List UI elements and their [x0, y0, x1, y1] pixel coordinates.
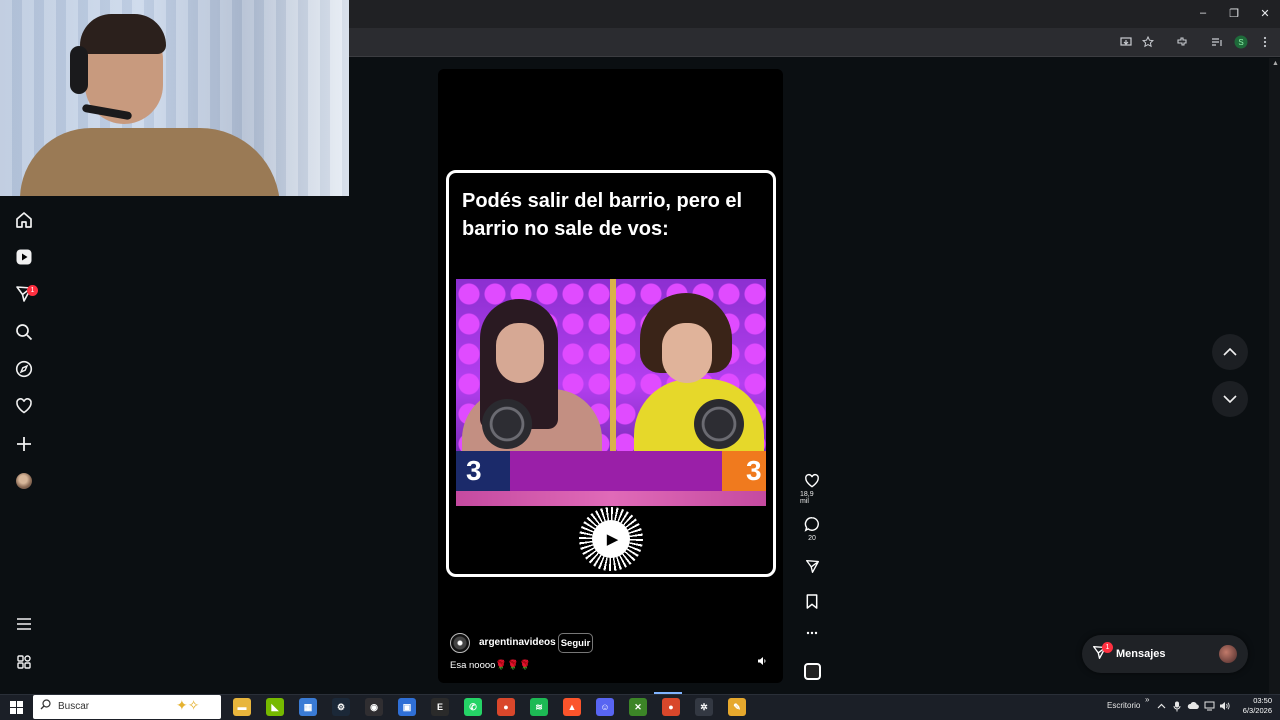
desktop-chevron-icon: »	[1145, 695, 1150, 704]
right-contestant-face	[662, 323, 712, 383]
plus-icon[interactable]	[13, 433, 35, 455]
taskbar-app-notes-icon[interactable]: ▣	[398, 698, 416, 716]
more-icon	[806, 631, 818, 635]
comment-button[interactable]: 20	[800, 516, 824, 542]
heart-icon	[805, 473, 819, 488]
author-name[interactable]: argentinavideos	[479, 637, 556, 648]
webcam-person-hair	[80, 14, 166, 54]
play-button[interactable]: ▶	[592, 520, 630, 558]
reel-caption-title: Podés salir del barrio, pero el barrio n…	[462, 190, 743, 240]
left-contestant-face	[496, 323, 544, 383]
taskbar-app-store-icon[interactable]: ▦	[299, 698, 317, 716]
compass-icon[interactable]	[13, 358, 35, 380]
cloud-icon[interactable]	[1187, 701, 1199, 712]
clock-time: 03:50	[1253, 696, 1272, 705]
messages-pill-badge: 1	[1102, 642, 1113, 653]
comment-icon	[804, 517, 819, 532]
home-icon[interactable]	[13, 209, 35, 231]
audio-thumbnail[interactable]	[804, 663, 821, 680]
taskbar-app-steam-icon[interactable]: ⚙	[332, 698, 350, 716]
taskbar-app-whatsapp-icon[interactable]: ✆	[464, 698, 482, 716]
share-button[interactable]	[800, 559, 824, 574]
minimize-button[interactable]: –	[1190, 4, 1216, 22]
score-right: 3	[746, 455, 762, 486]
save-button[interactable]	[800, 594, 824, 609]
taskbar-app-obs-icon[interactable]: ◉	[365, 698, 383, 716]
taskbar-app-vscode-like-icon[interactable]: ✎	[728, 698, 746, 716]
clock-date: 6/3/2026	[1242, 706, 1272, 715]
taskbar-app-brave-icon[interactable]: ▲	[563, 698, 581, 716]
microphone-icon[interactable]	[1173, 701, 1181, 714]
start-button[interactable]	[8, 699, 24, 715]
right-buzzer	[694, 399, 744, 449]
svg-text:S: S	[1238, 38, 1243, 47]
install-app-icon[interactable]	[1118, 34, 1134, 50]
taskbar-app-chrome-2-icon[interactable]: ●	[662, 698, 680, 716]
bookmark-icon	[806, 594, 818, 609]
reels-icon[interactable]	[13, 246, 35, 268]
taskbar-clock[interactable]: 03:50 6/3/2026	[1240, 696, 1272, 716]
chevron-up-icon	[1223, 348, 1237, 356]
search-icon[interactable]	[13, 321, 35, 343]
taskbar-search-icon	[40, 699, 51, 713]
page-scrollbar[interactable]	[1269, 58, 1280, 694]
taskbar-app-file-explorer-icon[interactable]: ▬	[233, 698, 251, 716]
desktop-label[interactable]: Escritorio	[1107, 701, 1140, 710]
taskbar-app-nvidia-icon[interactable]: ◣	[266, 698, 284, 716]
browser-menu-icon[interactable]	[1257, 34, 1273, 50]
taskbar-app-chrome-icon[interactable]: ●	[497, 698, 515, 716]
follow-button[interactable]: Seguir	[558, 633, 593, 653]
previous-reel-button[interactable]	[1212, 334, 1248, 370]
volume-icon[interactable]	[1219, 701, 1231, 713]
taskbar-search-placeholder: Buscar	[58, 701, 90, 712]
restore-button[interactable]: ❐	[1221, 4, 1247, 22]
scroll-up-arrow-icon[interactable]: ▲	[1272, 60, 1279, 67]
like-button[interactable]: 18,9 mil	[800, 473, 824, 505]
comments-count: 20	[808, 535, 816, 542]
messages-avatar	[1219, 645, 1237, 663]
heart-icon[interactable]	[13, 395, 35, 417]
network-icon[interactable]	[1204, 701, 1215, 713]
send-icon	[805, 560, 819, 573]
webcam-headset	[70, 46, 88, 94]
messages-label: Mensajes	[1116, 648, 1166, 660]
chevron-down-icon	[1223, 395, 1237, 403]
score-left: 3	[466, 455, 482, 486]
taskbar-app-discord-icon[interactable]: ☺	[596, 698, 614, 716]
next-reel-button[interactable]	[1212, 381, 1248, 417]
more-options-button[interactable]	[800, 630, 824, 636]
media-controls-icon[interactable]	[1209, 34, 1225, 50]
reel-video-frame: 3 3	[456, 279, 766, 506]
play-icon: ▶	[606, 531, 619, 548]
likes-count: 18,9 mil	[800, 491, 814, 505]
author-avatar[interactable]	[450, 633, 470, 653]
tray-expand-icon[interactable]	[1157, 701, 1166, 711]
messages-badge: 1	[27, 285, 38, 296]
search-highlight-sparkle-icon: ✦✧	[176, 697, 200, 713]
taskbar-app-spotify-icon[interactable]: ≋	[530, 698, 548, 716]
score-left-panel	[456, 451, 510, 491]
active-app-indicator	[654, 692, 682, 694]
bookmark-star-icon[interactable]	[1140, 34, 1156, 50]
taskbar-app-epic-icon[interactable]: E	[431, 698, 449, 716]
webcam-overlay	[0, 0, 349, 196]
close-button[interactable]: ✕	[1252, 4, 1278, 22]
avatar[interactable]	[16, 473, 32, 489]
meta-apps-icon[interactable]	[13, 651, 35, 673]
volume-icon[interactable]	[757, 656, 769, 668]
taskbar-app-minecraft-icon[interactable]: ✕	[629, 698, 647, 716]
reel-caption: Esa noooo🌹🌹🌹	[450, 660, 531, 671]
studio-floor	[456, 491, 766, 506]
left-buzzer	[482, 399, 532, 449]
menu-icon[interactable]	[13, 613, 35, 635]
profile-avatar-icon[interactable]: S	[1233, 34, 1249, 50]
split-divider	[610, 279, 616, 454]
extensions-icon[interactable]	[1174, 34, 1190, 50]
taskbar-app-settings-icon[interactable]: ✲	[695, 698, 713, 716]
